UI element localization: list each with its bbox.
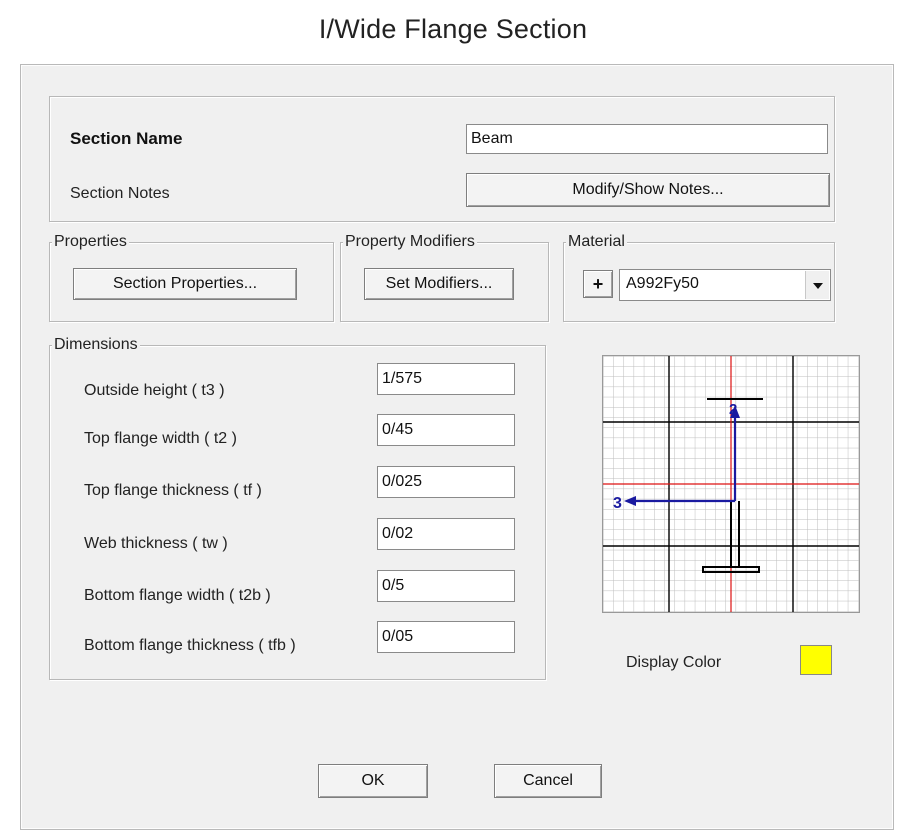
outside-height-label: Outside height ( t3 ): [84, 382, 225, 399]
section-preview-drawing: 2 3: [603, 356, 859, 612]
web-thickness-label: Web thickness ( tw ): [84, 535, 228, 552]
top-flange-thickness-label: Top flange thickness ( tf ): [84, 482, 262, 499]
section-preview: 2 3: [602, 355, 860, 613]
dimensions-legend: Dimensions: [52, 335, 140, 355]
title-bar: I/Wide Flange Section: [0, 0, 906, 62]
outside-height-input[interactable]: [377, 363, 515, 395]
set-modifiers-button[interactable]: Set Modifiers...: [364, 268, 514, 300]
material-legend: Material: [566, 232, 627, 252]
properties-legend: Properties: [52, 232, 129, 252]
window-title: I/Wide Flange Section: [318, 14, 588, 44]
top-flange-width-input[interactable]: [377, 414, 515, 446]
display-color-swatch[interactable]: [800, 645, 832, 675]
section-properties-button[interactable]: Section Properties...: [73, 268, 297, 300]
material-select-value: A992Fy50: [626, 275, 699, 292]
bottom-flange-thickness-label: Bottom flange thickness ( tfb ): [84, 637, 296, 654]
section-name-label: Section Name: [70, 129, 183, 148]
section-name-input[interactable]: [466, 124, 828, 154]
cancel-button[interactable]: Cancel: [494, 764, 602, 798]
axis-3-label: 3: [613, 495, 622, 512]
bottom-flange-width-label: Bottom flange width ( t2b ): [84, 587, 271, 604]
ok-button[interactable]: OK: [318, 764, 428, 798]
top-flange-thickness-input[interactable]: [377, 466, 515, 498]
modify-show-notes-button[interactable]: Modify/Show Notes...: [466, 173, 830, 207]
web-thickness-input[interactable]: [377, 518, 515, 550]
top-flange-width-label: Top flange width ( t2 ): [84, 430, 237, 447]
display-color-label: Display Color: [626, 654, 722, 671]
material-select[interactable]: A992Fy50: [619, 269, 831, 301]
axis-2-label: 2: [729, 401, 737, 418]
bottom-flange-width-input[interactable]: [377, 570, 515, 602]
property-modifiers-legend: Property Modifiers: [343, 232, 477, 252]
add-material-button[interactable]: +: [583, 270, 613, 298]
bottom-flange-thickness-input[interactable]: [377, 621, 515, 653]
chevron-down-icon[interactable]: [805, 271, 829, 299]
section-notes-label: Section Notes: [70, 185, 170, 202]
